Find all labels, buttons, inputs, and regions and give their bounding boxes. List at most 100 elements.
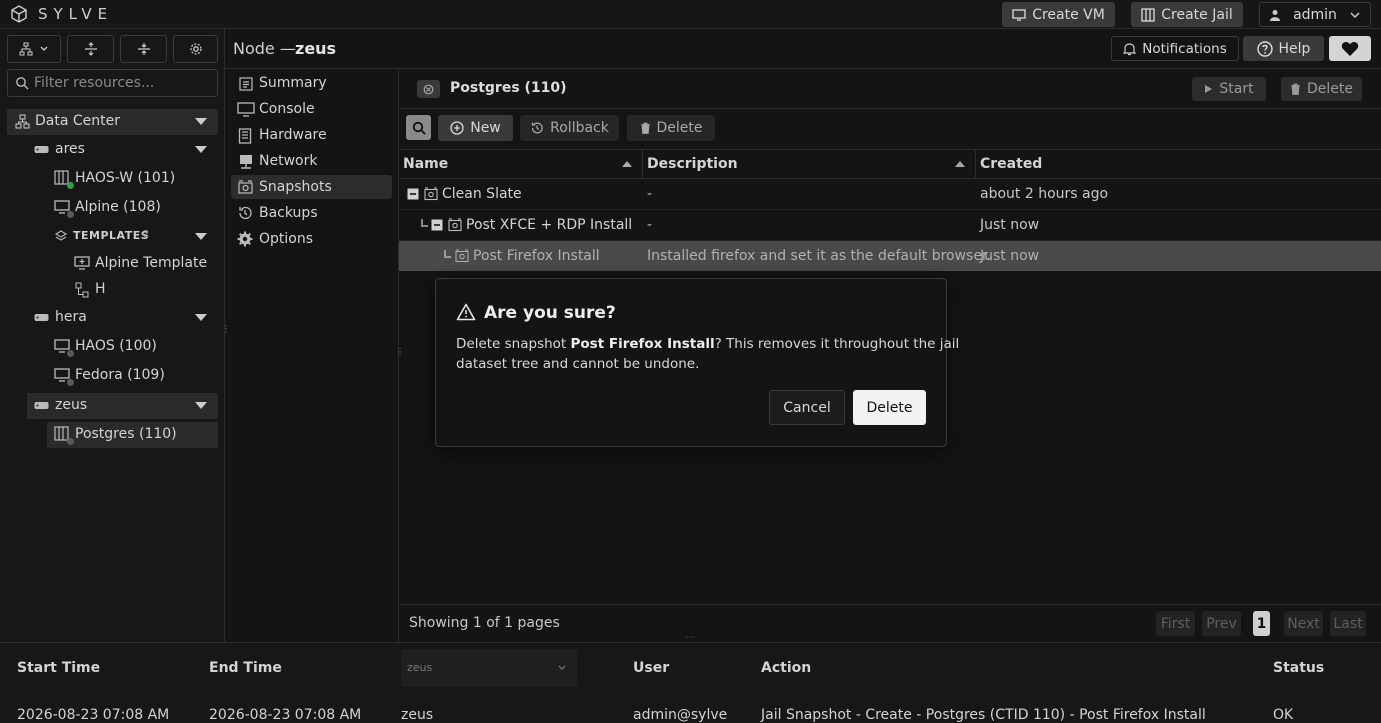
templates-label[interactable]: TEMPLATES bbox=[73, 229, 149, 242]
tree-item-haos[interactable]: HAOS (100) bbox=[75, 338, 157, 354]
help-circle-icon bbox=[1256, 40, 1273, 57]
sort-asc-icon[interactable] bbox=[621, 160, 633, 168]
nav-item-summary[interactable]: Summary bbox=[259, 75, 327, 91]
chevron-down-icon[interactable] bbox=[194, 313, 208, 322]
chevron-down-icon bbox=[39, 44, 49, 54]
delete-jail-button[interactable]: Delete bbox=[1281, 77, 1362, 101]
expand-all-button[interactable] bbox=[67, 35, 114, 63]
snapshot-icon bbox=[448, 218, 462, 232]
jail-badge-icon bbox=[417, 80, 440, 98]
tree-label-postgres: Postgres (110) bbox=[75, 426, 177, 442]
column-header-description[interactable]: Description bbox=[647, 156, 738, 172]
play-icon bbox=[1204, 84, 1213, 94]
monitor-icon bbox=[237, 102, 255, 117]
dialog-message-snapshot-name: Post Firefox Install bbox=[570, 336, 715, 352]
user-icon bbox=[1269, 9, 1281, 21]
collapse-minus-icon[interactable] bbox=[431, 219, 443, 231]
new-snapshot-button[interactable]: New bbox=[438, 115, 513, 141]
chevron-down-icon[interactable] bbox=[194, 232, 208, 241]
start-button[interactable]: Start bbox=[1192, 77, 1266, 101]
column-divider[interactable] bbox=[975, 150, 976, 178]
node-title-name: zeus bbox=[295, 39, 337, 58]
server-icon bbox=[34, 312, 49, 323]
confirm-delete-button[interactable]: Delete bbox=[853, 390, 926, 425]
rollback-button[interactable]: Rollback bbox=[520, 115, 619, 141]
tree-label-ares[interactable]: ares bbox=[55, 141, 85, 157]
gear-icon bbox=[189, 42, 203, 56]
user-menu-button[interactable]: admin bbox=[1259, 2, 1371, 27]
log-column-status[interactable]: Status bbox=[1273, 660, 1324, 676]
logo-cube-icon bbox=[9, 4, 29, 24]
log-column-user[interactable]: User bbox=[633, 660, 669, 676]
nav-item-options[interactable]: Options bbox=[259, 231, 313, 247]
tree-item-h[interactable]: H bbox=[95, 281, 106, 297]
column-header-created[interactable]: Created bbox=[980, 156, 1042, 172]
column-header-name[interactable]: Name bbox=[403, 156, 448, 172]
dialog-message-post: ? This removes it throughout the jail bbox=[714, 336, 960, 352]
nav-item-console[interactable]: Console bbox=[259, 101, 315, 117]
tree-item-haos-w[interactable]: HAOS-W (101) bbox=[75, 170, 175, 186]
cancel-button[interactable]: Cancel bbox=[769, 390, 845, 425]
last-page-button[interactable]: Last bbox=[1330, 611, 1366, 636]
delete-jail-label: Delete bbox=[1307, 81, 1353, 97]
tree-view-button[interactable] bbox=[7, 35, 61, 63]
notifications-button[interactable]: Notifications bbox=[1111, 36, 1239, 61]
filter-input-wrapper bbox=[7, 69, 218, 97]
delete-snapshot-button[interactable]: Delete bbox=[627, 115, 715, 141]
log-row-user: admin@sylve bbox=[633, 707, 728, 723]
nav-resize-handle[interactable]: ⋮ bbox=[395, 347, 405, 361]
log-resize-handle[interactable]: ⋯ bbox=[683, 634, 697, 643]
status-stopped-dot bbox=[67, 438, 74, 445]
nav-item-backups[interactable]: Backups bbox=[259, 205, 318, 221]
collapse-all-button[interactable] bbox=[120, 35, 167, 63]
collapse-minus-icon[interactable] bbox=[407, 188, 419, 200]
user-name: admin bbox=[1293, 6, 1337, 23]
tree-label-hera[interactable]: hera bbox=[55, 309, 87, 325]
tree-item-alpine[interactable]: Alpine (108) bbox=[75, 199, 161, 215]
template-jail-icon bbox=[75, 282, 89, 298]
nav-item-snapshots: Snapshots bbox=[259, 179, 332, 195]
page-1-button[interactable]: 1 bbox=[1253, 611, 1270, 636]
tree-settings-button[interactable] bbox=[173, 35, 218, 63]
log-node-select[interactable]: zeus bbox=[401, 649, 577, 687]
chevron-down-icon bbox=[1349, 9, 1361, 21]
start-label: Start bbox=[1219, 81, 1254, 97]
create-vm-button[interactable]: Create VM bbox=[1002, 2, 1115, 27]
log-row-action: Jail Snapshot - Create - Postgres (CTID … bbox=[761, 707, 1206, 723]
log-column-action[interactable]: Action bbox=[761, 660, 811, 676]
search-icon bbox=[15, 76, 29, 90]
donate-button[interactable] bbox=[1329, 36, 1371, 61]
tree-item-fedora[interactable]: Fedora (109) bbox=[75, 367, 165, 383]
node-title-prefix: Node — bbox=[233, 39, 296, 58]
filter-input[interactable] bbox=[34, 72, 214, 94]
tree-label-datacenter: Data Center bbox=[35, 113, 120, 129]
row-description: Installed firefox and set it as the defa… bbox=[647, 248, 991, 264]
nav-item-hardware[interactable]: Hardware bbox=[259, 127, 327, 143]
sort-asc-icon[interactable] bbox=[954, 160, 966, 168]
help-button[interactable]: Help bbox=[1243, 36, 1324, 61]
status-running-dot bbox=[67, 182, 74, 189]
chevron-down-icon[interactable] bbox=[194, 145, 208, 154]
row-created: Just now bbox=[980, 248, 1040, 264]
next-page-button[interactable]: Next bbox=[1284, 611, 1323, 636]
log-row-node: zeus bbox=[401, 707, 434, 723]
search-button[interactable] bbox=[406, 115, 431, 140]
prev-page-button[interactable]: Prev bbox=[1202, 611, 1241, 636]
create-jail-button[interactable]: Create Jail bbox=[1131, 2, 1243, 27]
log-column-start-time[interactable]: Start Time bbox=[17, 660, 100, 676]
panel-title: Postgres (110) bbox=[450, 80, 567, 96]
row-name-clean-slate: Clean Slate bbox=[442, 186, 522, 202]
nav-item-network[interactable]: Network bbox=[259, 153, 317, 169]
collapse-icon bbox=[137, 42, 151, 56]
history-icon bbox=[237, 205, 253, 221]
tree-item-alpine-template[interactable]: Alpine Template bbox=[95, 255, 207, 271]
table-row[interactable] bbox=[399, 179, 1381, 210]
column-divider[interactable] bbox=[642, 150, 643, 178]
first-page-button[interactable]: First bbox=[1156, 611, 1195, 636]
create-vm-label: Create VM bbox=[1032, 6, 1105, 23]
chevron-down-icon[interactable] bbox=[194, 117, 208, 126]
log-column-end-time[interactable]: End Time bbox=[209, 660, 282, 676]
chevron-down-icon[interactable] bbox=[194, 401, 208, 410]
rollback-icon bbox=[530, 121, 544, 135]
datacenter-icon bbox=[15, 114, 30, 129]
